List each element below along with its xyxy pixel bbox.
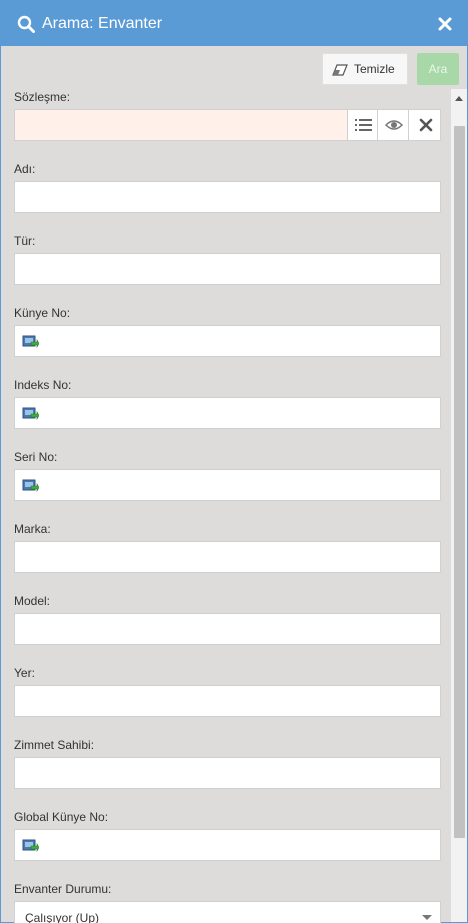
eraser-icon	[332, 64, 348, 76]
contract-clear-button[interactable]	[408, 110, 440, 140]
brand-label: Marka:	[14, 522, 51, 536]
tag-no-field[interactable]	[14, 325, 441, 357]
scroll-up-arrow-icon[interactable]	[455, 96, 463, 101]
serial-no-field[interactable]	[14, 469, 441, 501]
global-tag-no-label: Global Künye No:	[14, 810, 109, 824]
search-form: Sözleşme: Adı: Tür: Künye No: Indeks No:…	[1, 87, 451, 923]
search-icon	[17, 15, 35, 33]
clear-button[interactable]: Temizle	[322, 53, 408, 85]
tag-no-label: Künye No:	[14, 306, 71, 320]
brand-field[interactable]	[14, 541, 441, 573]
title-bar: Arama: Envanter	[1, 1, 467, 46]
list-icon	[355, 119, 372, 131]
contract-view-button[interactable]	[377, 110, 408, 140]
barcode-scan-icon[interactable]	[22, 838, 39, 853]
contract-field[interactable]	[14, 109, 441, 141]
clear-button-label: Temizle	[354, 62, 395, 76]
location-field[interactable]	[14, 685, 441, 717]
barcode-scan-icon[interactable]	[22, 406, 39, 421]
inventory-status-select[interactable]: Çalışıyor (Up)	[14, 901, 441, 923]
model-field[interactable]	[14, 613, 441, 645]
eye-icon	[385, 120, 403, 130]
assignee-field[interactable]	[14, 757, 441, 789]
form-scrollbar[interactable]	[451, 89, 467, 922]
scroll-thumb[interactable]	[454, 126, 465, 838]
inventory-status-label: Envanter Durumu:	[14, 882, 112, 896]
search-panel: Arama: Envanter Temizle Ara Sözleşme: Ad…	[0, 0, 468, 923]
type-label: Tür:	[14, 234, 36, 248]
index-no-field[interactable]	[14, 397, 441, 429]
name-field[interactable]	[14, 181, 441, 213]
index-no-label: Indeks No:	[14, 378, 72, 392]
clear-x-icon	[419, 118, 433, 132]
type-field[interactable]	[14, 253, 441, 285]
name-label: Adı:	[14, 162, 36, 176]
global-tag-no-field[interactable]	[14, 829, 441, 861]
barcode-scan-icon[interactable]	[22, 478, 39, 493]
contract-label: Sözleşme:	[14, 90, 71, 104]
barcode-scan-icon[interactable]	[22, 334, 39, 349]
serial-no-label: Seri No:	[14, 450, 58, 464]
close-icon[interactable]	[437, 16, 453, 32]
inventory-status-value: Çalışıyor (Up)	[25, 911, 100, 923]
contract-list-button[interactable]	[347, 110, 378, 140]
location-label: Yer:	[14, 666, 35, 680]
search-button[interactable]: Ara	[417, 53, 459, 85]
model-label: Model:	[14, 594, 51, 608]
assignee-label: Zimmet Sahibi:	[14, 738, 95, 752]
chevron-down-icon	[422, 915, 432, 920]
window-title: Arama: Envanter	[42, 15, 163, 32]
